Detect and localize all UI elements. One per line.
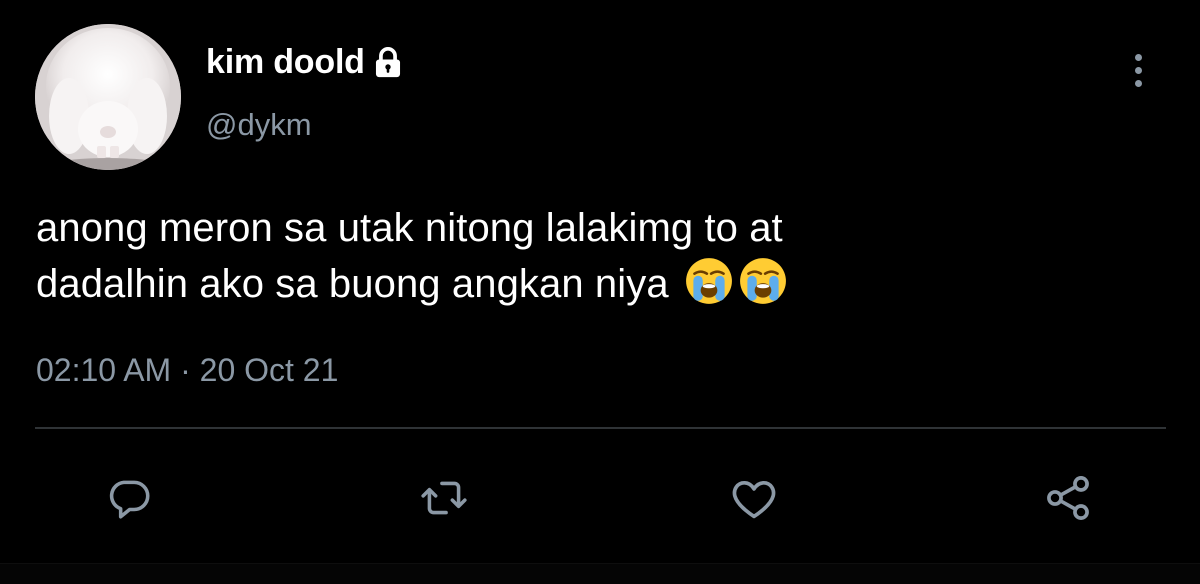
retweet-icon — [421, 481, 467, 515]
tweet-card: kim doold @dykm anong meron sa utak nito… — [0, 0, 1200, 584]
tweet-text-line-2: dadalhin ako sa buong angkan niya — [36, 256, 1136, 312]
more-dot — [1134, 79, 1142, 87]
tweet-text: anong meron sa utak nitong lalakimg to a… — [36, 200, 1136, 312]
share-button[interactable] — [1040, 470, 1096, 526]
share-icon — [1047, 476, 1089, 520]
tweet-timestamp[interactable]: 02:10 AM · 20 Oct 21 — [36, 352, 338, 389]
loudly-crying-face-icon — [740, 258, 786, 304]
heart-icon — [732, 480, 776, 519]
more-vertical-icon — [1134, 53, 1142, 61]
divider — [35, 427, 1166, 429]
retweet-button[interactable] — [416, 470, 472, 526]
user-handle[interactable]: @dykm — [206, 107, 312, 143]
tweet-text-line-1: anong meron sa utak nitong lalakimg to a… — [36, 206, 783, 250]
loudly-crying-face-icon — [686, 258, 732, 304]
bottom-edge — [0, 563, 1200, 584]
bunny-avatar-icon — [35, 24, 181, 170]
more-dot — [1134, 66, 1142, 74]
reply-icon — [109, 480, 150, 519]
tweet-text-line-2-text: dadalhin ako sa buong angkan niya — [36, 262, 669, 306]
display-name[interactable]: kim doold — [206, 43, 365, 82]
reply-button[interactable] — [101, 470, 157, 526]
author-name-row[interactable]: kim doold — [206, 40, 405, 84]
avatar[interactable] — [35, 24, 181, 170]
lock-icon — [371, 46, 405, 80]
like-button[interactable] — [726, 470, 782, 526]
more-options-button[interactable] — [1120, 48, 1156, 92]
